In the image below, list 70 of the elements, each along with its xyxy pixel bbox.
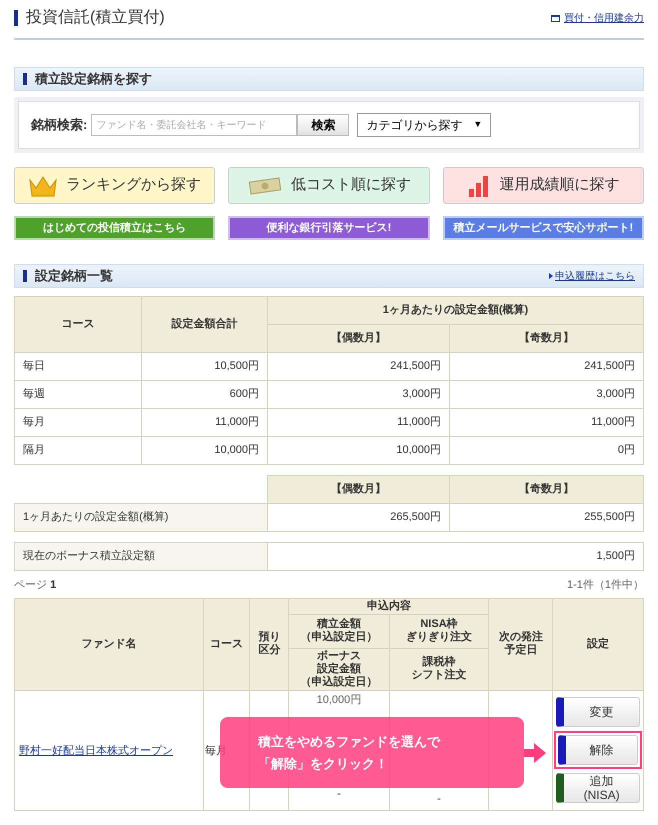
row-label: 1ヶ月あたりの設定金額(概算) [14,504,268,532]
table-header: ファンド名 [14,598,204,690]
course-text: 毎月 [204,745,227,757]
search-shortcut-button[interactable]: 運用成績順に探す [442,167,644,204]
banner-link[interactable]: 積立メールサービスで安心サポート! [442,216,644,240]
banner-link[interactable]: 便利な銀行引落サービス! [228,216,430,240]
table-cell: 隔月 [14,436,142,464]
table-cell: 241,500円 [450,352,644,380]
callout-text: 「解除」をクリック！ [258,754,388,772]
table-header: 【偶数月】 [268,324,450,352]
table-cell: 3,000円 [450,380,644,408]
table-header: コース [203,598,250,690]
table-cell: 3,000円 [268,380,450,408]
table-cell: 11,000円 [268,408,450,436]
table-header: NISA枠 ぎりぎり注文 [389,614,489,648]
table-cell: 255,500円 [450,504,644,532]
table-cell: 11,000円 [142,408,268,436]
table-header: コース [14,296,142,352]
table-header: 【奇数月】 [450,324,644,352]
page-indicator: ページ 1 [14,578,56,593]
section-title: 積立設定銘柄を探す [35,70,152,88]
triangle-icon [549,273,553,279]
table-cell: 1,500円 [268,542,644,570]
table-cell: 10,000円 [142,436,268,464]
section-marker-icon [23,270,27,282]
table-header: 預り 区分 [250,598,289,690]
action-button[interactable]: 追加 (NISA) [556,773,640,803]
section-title: 設定銘柄一覧 [35,267,113,286]
table-header: 申込内容 [288,598,489,614]
title-marker-icon [14,10,18,26]
table-cell: 毎日 [14,352,142,380]
table-header: 【奇数月】 [450,476,644,504]
table-header: 設定金額合計 [142,296,268,352]
table-cell: 11,000円 [450,408,644,436]
section-marker-icon [23,73,27,85]
window-icon [551,14,560,22]
search-field[interactable]: ファンド名・委託会社名・キーワード [91,114,298,136]
shift-text: - [437,792,441,804]
table-header: 次の発注 予定日 [488,598,553,690]
history-link[interactable]: 申込履歴はこちら [555,268,635,284]
row-label: 現在のボーナス積立設定額 [14,542,268,570]
table-header: 積立金額 （申込設定日） [288,614,390,648]
fund-link[interactable]: 野村一好配当日本株式オープン [19,745,173,757]
table-cell: 265,500円 [268,504,450,532]
table-cell: 10,000円 [268,436,450,464]
crown-icon [28,174,58,198]
table-header: 【偶数月】 [268,476,450,504]
callout-text: 積立をやめるファンドを選んで [258,732,440,750]
table-header: 設定 [552,598,644,690]
table-cell: 600円 [142,380,268,408]
category-select[interactable]: カテゴリから探す ▼ [357,113,492,137]
action-button[interactable]: 変更 [556,697,640,727]
amount-text: 10,000円 [316,692,362,708]
table-header: 1ヶ月あたりの設定金額(概算) [268,296,644,324]
page-title: 投資信託(積立買付) [26,8,165,28]
table-cell: 241,500円 [268,352,450,380]
search-label: 銘柄検索: [31,116,88,134]
header-link[interactable]: 買付・信用建余力 [564,10,644,26]
search-shortcut-button[interactable]: ランキングから探す [14,167,216,204]
result-count: 1-1件（1件中） [566,578,644,593]
table-cell: 10,500円 [142,352,268,380]
table-header: ボーナス 設定金額 （申込設定日） [288,648,390,690]
table-cell: 毎週 [14,380,142,408]
action-button[interactable]: 解除 [558,735,638,765]
bonus-text: - [336,787,342,802]
table-header: 課税枠 シフト注文 [389,648,489,690]
table-cell: 毎月 [14,408,142,436]
search-shortcut-button[interactable]: 低コスト順に探す [228,167,430,204]
search-button[interactable]: 検索 [297,114,350,136]
table-cell: 0円 [450,436,644,464]
